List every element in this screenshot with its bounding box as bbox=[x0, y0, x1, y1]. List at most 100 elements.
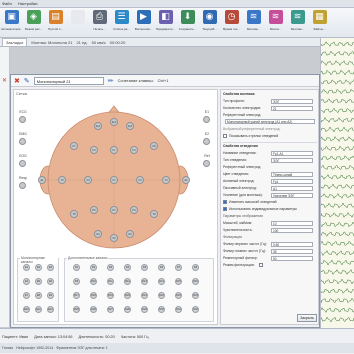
show-arrows-row[interactable]: Показывать стрелки отведений bbox=[223, 134, 318, 140]
electrode-oz[interactable]: Oz bbox=[110, 234, 118, 242]
extra-channel-button[interactable]: D28 bbox=[124, 306, 131, 313]
electrode-c3[interactable]: C3 bbox=[84, 176, 92, 184]
extra-channel-button[interactable]: D24 bbox=[192, 292, 199, 299]
lowpass-input[interactable]: 35 bbox=[271, 249, 313, 254]
extra-channel-button[interactable]: D3 bbox=[107, 264, 114, 271]
electrode-fp1[interactable]: Fp1 bbox=[94, 122, 102, 130]
mono-channel-button[interactable]: E12 bbox=[47, 306, 54, 313]
notch-input[interactable]: 50 bbox=[271, 256, 313, 261]
extra-channel-button[interactable]: D10 bbox=[90, 278, 97, 285]
scale-leads-checkbox[interactable] bbox=[223, 200, 227, 205]
electrode-a2[interactable]: A2 bbox=[182, 176, 190, 184]
extra-channel-button[interactable]: D22 bbox=[158, 292, 165, 299]
ribbon-button-10[interactable]: ◷ Время тек... bbox=[221, 10, 242, 36]
lead-type-select[interactable]: ЭЭГ bbox=[271, 158, 313, 163]
scale-leads-row[interactable]: Изменять масштаб отведений bbox=[223, 200, 318, 206]
ribbon-button-13[interactable]: ≋ Монтаж... bbox=[287, 10, 308, 36]
mono-channel-button[interactable]: E4 bbox=[23, 278, 30, 285]
electrode-o2[interactable]: O2 bbox=[126, 230, 134, 238]
extra-channel-button[interactable]: D1 bbox=[73, 264, 80, 271]
extra-channel-button[interactable]: D21 bbox=[141, 292, 148, 299]
amplification-select[interactable]: Усиление ЭЭГ bbox=[271, 193, 313, 198]
mono-channel-button[interactable]: E9 bbox=[47, 292, 54, 299]
mono-channel-button[interactable]: E1 bbox=[23, 264, 30, 271]
highpass-input[interactable]: 0.50 bbox=[271, 242, 313, 247]
extra-channel-button[interactable]: D5 bbox=[141, 264, 148, 271]
electrode-t3[interactable]: T3 bbox=[58, 176, 66, 184]
electrode-p4[interactable]: P4 bbox=[130, 206, 138, 214]
passive-electrode-select[interactable]: A1 bbox=[271, 186, 313, 191]
electrode-f8[interactable]: F8 bbox=[150, 142, 158, 150]
extra-channel-button[interactable]: D9 bbox=[73, 278, 80, 285]
side-channel-electrode[interactable] bbox=[19, 138, 26, 145]
ribbon-button-4[interactable]: ⎙ Печать... bbox=[89, 10, 110, 36]
extra-channel-button[interactable]: D25 bbox=[73, 306, 80, 313]
ribbon-button-3[interactable] bbox=[67, 10, 88, 36]
extra-channel-button[interactable]: D15 bbox=[175, 278, 182, 285]
ribbon-button-6[interactable]: ▶ Воспроизв... bbox=[133, 10, 154, 36]
extra-channel-button[interactable]: D31 bbox=[175, 306, 182, 313]
ribbon-button-0[interactable]: ▣ Автоматическ... bbox=[1, 10, 22, 36]
stop-icon[interactable]: ✖ bbox=[14, 77, 20, 85]
ribbon-button-2[interactable]: ▤ Пустой п... bbox=[45, 10, 66, 36]
ribbon-button-9[interactable]: ◉ Текущий... bbox=[199, 10, 220, 36]
ribbon-button-8[interactable]: ⬇ Сохранить... bbox=[177, 10, 198, 36]
electrode-t4[interactable]: T4 bbox=[162, 176, 170, 184]
extra-channel-button[interactable]: D7 bbox=[175, 264, 182, 271]
side-channel-electrode[interactable] bbox=[203, 138, 210, 145]
ribbon-button-14[interactable]: ▦ Файлы... bbox=[309, 10, 330, 36]
shortcut-value[interactable]: Ctrl+1 bbox=[158, 78, 169, 83]
electrode-p3[interactable]: P3 bbox=[90, 206, 98, 214]
extra-channel-button[interactable]: D12 bbox=[124, 278, 131, 285]
filter-mode-checkbox[interactable] bbox=[258, 263, 263, 268]
electrode-t5[interactable]: T5 bbox=[70, 210, 78, 218]
ref-electrode-select[interactable]: Монополярный ушной электрод (A1 или A2) bbox=[225, 119, 315, 124]
extra-channel-button[interactable]: D8 bbox=[192, 264, 199, 271]
extra-channel-button[interactable]: D30 bbox=[158, 306, 165, 313]
mono-channel-button[interactable]: E3 bbox=[47, 264, 54, 271]
ribbon-button-1[interactable]: ◈ Режим рас... bbox=[23, 10, 44, 36]
montage-indicator[interactable]: Монтаж: Монополя 21 bbox=[31, 40, 72, 45]
extra-channel-button[interactable]: D14 bbox=[158, 278, 165, 285]
mono-channel-button[interactable]: E5 bbox=[35, 278, 42, 285]
electrode-fz[interactable]: Fz bbox=[110, 146, 118, 154]
side-channel-electrode[interactable] bbox=[19, 182, 26, 189]
electrode-pz[interactable]: Pz bbox=[110, 206, 118, 214]
lead-color-select[interactable]: Тёмно-синий bbox=[271, 172, 313, 177]
profile-type-select[interactable]: ЭЭГ bbox=[271, 99, 313, 104]
menu-settings[interactable]: Настройки bbox=[18, 1, 38, 6]
lead-name-input[interactable]: Fp1-A1 bbox=[271, 151, 313, 156]
menu-file[interactable]: Файл bbox=[2, 1, 12, 6]
electrode-a1[interactable]: A1 bbox=[38, 176, 46, 184]
extra-channel-button[interactable]: D6 bbox=[158, 264, 165, 271]
side-channel-electrode[interactable] bbox=[19, 116, 26, 123]
mono-channel-button[interactable]: E7 bbox=[23, 292, 30, 299]
ribbon-button-11[interactable]: ≋ Монтаж... bbox=[243, 10, 264, 36]
extra-channel-button[interactable]: D20 bbox=[124, 292, 131, 299]
ribbon-button-7[interactable]: ◧ Предварите... bbox=[155, 10, 176, 36]
individual-params-row[interactable]: Использовать индивидуальные параметры bbox=[223, 207, 318, 213]
edit-icon[interactable]: ✎ bbox=[24, 77, 30, 85]
electrode-count-select[interactable]: 21 bbox=[271, 106, 313, 111]
electrode-fpz[interactable]: Fpz bbox=[110, 118, 118, 126]
individual-params-checkbox[interactable] bbox=[223, 207, 227, 212]
side-channel-electrode[interactable] bbox=[203, 160, 210, 167]
extra-channel-button[interactable]: D19 bbox=[107, 292, 114, 299]
mono-channel-button[interactable]: E6 bbox=[47, 278, 54, 285]
sensitivity-input[interactable]: 100 bbox=[271, 228, 313, 233]
speed-indicator[interactable]: 50 мм/с bbox=[92, 40, 106, 45]
ribbon-button-5[interactable]: ☰ Список ра... bbox=[111, 10, 132, 36]
mono-channel-button[interactable]: E10 bbox=[23, 306, 30, 313]
electrode-f7[interactable]: F7 bbox=[70, 142, 78, 150]
active-electrode-select[interactable]: Fp1 bbox=[271, 179, 313, 184]
ribbon-button-12[interactable]: ≋ Монта... bbox=[265, 10, 286, 36]
side-channel-electrode[interactable] bbox=[203, 116, 210, 123]
extra-channel-button[interactable]: D32 bbox=[192, 306, 199, 313]
extra-channel-button[interactable]: D11 bbox=[107, 278, 114, 285]
extra-channel-button[interactable]: D17 bbox=[73, 292, 80, 299]
close-icon[interactable]: ✕ bbox=[2, 77, 7, 84]
extra-channel-button[interactable]: D26 bbox=[90, 306, 97, 313]
montage-select[interactable]: Монополярный 21 bbox=[33, 76, 104, 85]
electrode-t6[interactable]: T6 bbox=[150, 210, 158, 218]
extra-channel-button[interactable]: D18 bbox=[90, 292, 97, 299]
